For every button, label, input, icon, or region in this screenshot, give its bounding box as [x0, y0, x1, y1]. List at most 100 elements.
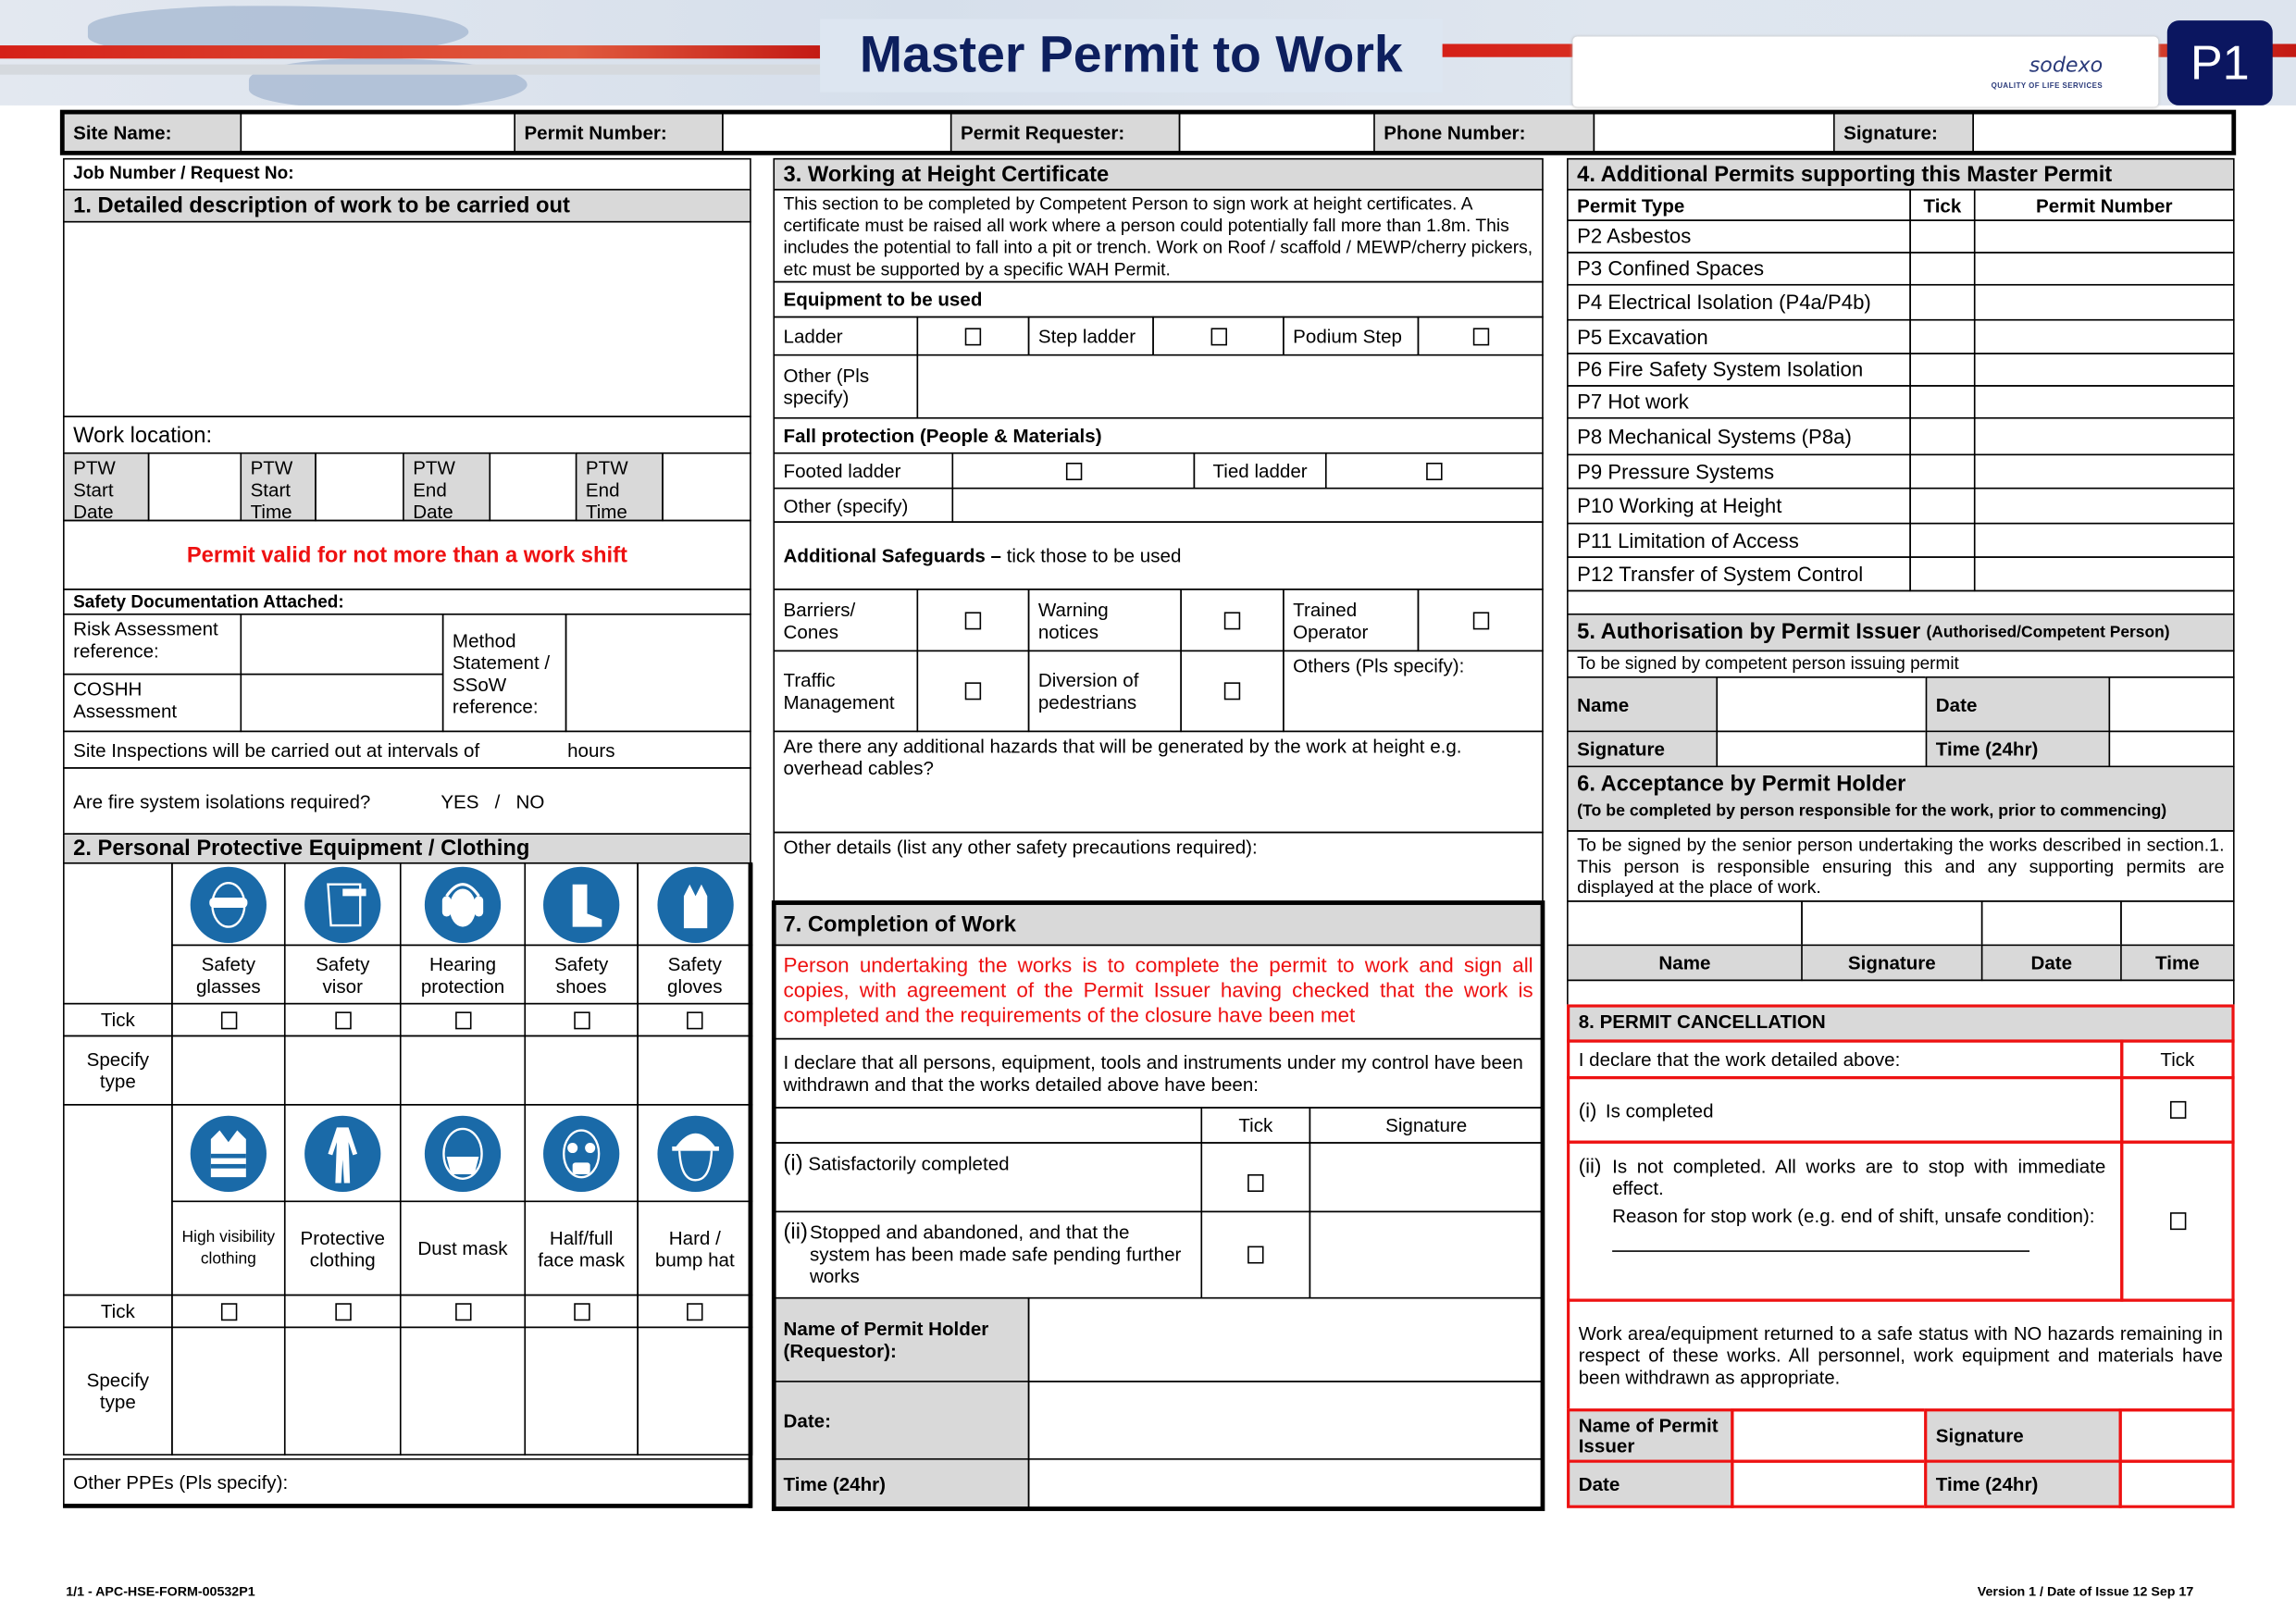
checkbox-icon[interactable]: [1223, 682, 1241, 700]
permit-tick-field[interactable]: [1909, 487, 1976, 525]
permit-number-field[interactable]: [1973, 219, 2235, 254]
checkbox-icon[interactable]: [334, 1010, 351, 1029]
permit-number-field[interactable]: [1973, 283, 2235, 321]
ladder-checkbox[interactable]: [916, 316, 1030, 356]
permit-tick-field[interactable]: [1909, 385, 1976, 419]
cancel-time-field[interactable]: [2118, 1459, 2235, 1508]
diversion-checkbox[interactable]: [1180, 650, 1285, 733]
checkbox-icon[interactable]: [687, 1302, 703, 1320]
checkbox-icon[interactable]: [2169, 1100, 2186, 1119]
trained-operator-checkbox[interactable]: [1417, 589, 1544, 652]
ppe-specify-field[interactable]: [399, 1035, 527, 1106]
ppe-tick-checkbox[interactable]: [524, 1294, 639, 1329]
ptw-start-time-field[interactable]: [315, 452, 404, 522]
coshh-field[interactable]: [240, 673, 444, 733]
cancel-date-field[interactable]: [1731, 1459, 1928, 1508]
ppe-specify-field[interactable]: [637, 1035, 753, 1106]
job-number-field[interactable]: Job Number / Request No:: [63, 157, 751, 191]
permit-tick-field[interactable]: [1909, 252, 1976, 286]
step-ladder-checkbox[interactable]: [1152, 316, 1285, 356]
work-location-field[interactable]: Work location:: [63, 415, 751, 454]
permit-number-field[interactable]: [1973, 318, 2235, 354]
permit-tick-field[interactable]: [1909, 556, 1976, 592]
holder-date-field[interactable]: [1980, 900, 2122, 947]
ppe-tick-checkbox[interactable]: [637, 1294, 753, 1329]
permit-tick-field[interactable]: [1909, 283, 1976, 321]
checkbox-icon[interactable]: [964, 327, 982, 345]
phone-number-field[interactable]: [1593, 112, 1835, 153]
ppe-specify-field[interactable]: [637, 1326, 753, 1456]
ppe-specify-field[interactable]: [283, 1035, 402, 1106]
not-completed-checkbox[interactable]: [2120, 1140, 2235, 1302]
checkbox-icon[interactable]: [1426, 462, 1443, 480]
traffic-management-checkbox[interactable]: [916, 650, 1030, 733]
cancel-issuer-name-field[interactable]: [1731, 1408, 1928, 1463]
issuer-date-field[interactable]: [2108, 676, 2235, 733]
ppe-specify-field[interactable]: [524, 1326, 639, 1456]
checkbox-icon[interactable]: [964, 682, 982, 700]
podium-step-checkbox[interactable]: [1417, 316, 1544, 356]
permit-tick-field[interactable]: [1909, 453, 1976, 490]
checkbox-icon[interactable]: [1247, 1174, 1264, 1192]
issuer-time-field[interactable]: [2108, 730, 2235, 768]
checkbox-icon[interactable]: [1247, 1246, 1264, 1264]
permit-number-field[interactable]: [1973, 385, 2235, 419]
cancel-signature-field[interactable]: [2118, 1408, 2235, 1463]
other-fall-protection-field[interactable]: [951, 487, 1544, 523]
signature-field[interactable]: [1972, 112, 2234, 153]
ppe-tick-checkbox[interactable]: [637, 1002, 753, 1037]
permit-tick-field[interactable]: [1909, 522, 1976, 558]
completion-time-field[interactable]: [1027, 1457, 1544, 1508]
checkbox-icon[interactable]: [1065, 462, 1082, 480]
checkbox-icon[interactable]: [2169, 1212, 2186, 1231]
work-description-field[interactable]: [63, 220, 751, 417]
checkbox-icon[interactable]: [220, 1010, 237, 1029]
ppe-specify-field[interactable]: [171, 1326, 286, 1456]
permit-tick-field[interactable]: [1909, 353, 1976, 387]
ppe-specify-field[interactable]: [283, 1326, 402, 1456]
issuer-name-field[interactable]: [1716, 676, 1928, 733]
stopped-abandoned-signature[interactable]: [1309, 1210, 1544, 1299]
stop-reason-line[interactable]: [1612, 1250, 2030, 1252]
permit-number-field[interactable]: [1973, 522, 2235, 558]
additional-hazards-field[interactable]: Are there any additional hazards that wi…: [773, 730, 1544, 834]
ptw-start-date-field[interactable]: [147, 452, 242, 522]
ppe-tick-checkbox[interactable]: [399, 1294, 527, 1329]
satisfactorily-completed-checkbox[interactable]: [1200, 1142, 1311, 1213]
barriers-checkbox[interactable]: [916, 589, 1030, 652]
is-completed-checkbox[interactable]: [2120, 1075, 2235, 1144]
ppe-tick-checkbox[interactable]: [171, 1294, 286, 1329]
risk-assessment-field[interactable]: [240, 613, 444, 676]
permit-number-field[interactable]: [1973, 416, 2235, 456]
permit-number-field[interactable]: [722, 112, 952, 153]
holder-time-field[interactable]: [2120, 900, 2235, 947]
permit-number-field[interactable]: [1973, 252, 2235, 286]
checkbox-icon[interactable]: [687, 1010, 703, 1029]
checkbox-icon[interactable]: [1223, 611, 1241, 629]
permit-tick-field[interactable]: [1909, 416, 1976, 456]
checkbox-icon[interactable]: [454, 1302, 471, 1320]
stopped-abandoned-checkbox[interactable]: [1200, 1210, 1311, 1299]
ppe-tick-checkbox[interactable]: [399, 1002, 527, 1037]
checkbox-icon[interactable]: [1472, 611, 1489, 629]
footed-ladder-checkbox[interactable]: [951, 452, 1196, 490]
checkbox-icon[interactable]: [454, 1010, 471, 1029]
yes-no-choice[interactable]: YES / NO: [441, 790, 544, 812]
checkbox-icon[interactable]: [220, 1302, 237, 1320]
holder-signature-field[interactable]: [1801, 900, 1983, 947]
ppe-tick-checkbox[interactable]: [283, 1002, 402, 1037]
ppe-tick-checkbox[interactable]: [524, 1002, 639, 1037]
ppe-specify-field[interactable]: [399, 1326, 527, 1456]
completion-date-field[interactable]: [1027, 1381, 1544, 1460]
ppe-tick-checkbox[interactable]: [283, 1294, 402, 1329]
checkbox-icon[interactable]: [1472, 327, 1489, 345]
permit-number-field[interactable]: [1973, 453, 2235, 490]
other-safeguards-field[interactable]: Others (Pls specify):: [1283, 650, 1544, 733]
ppe-tick-checkbox[interactable]: [171, 1002, 286, 1037]
satisfactorily-completed-signature[interactable]: [1309, 1142, 1544, 1213]
site-name-field[interactable]: [240, 112, 515, 153]
permit-tick-field[interactable]: [1909, 318, 1976, 354]
method-statement-field[interactable]: [565, 613, 751, 733]
permit-number-field[interactable]: [1973, 353, 2235, 387]
checkbox-icon[interactable]: [334, 1302, 351, 1320]
